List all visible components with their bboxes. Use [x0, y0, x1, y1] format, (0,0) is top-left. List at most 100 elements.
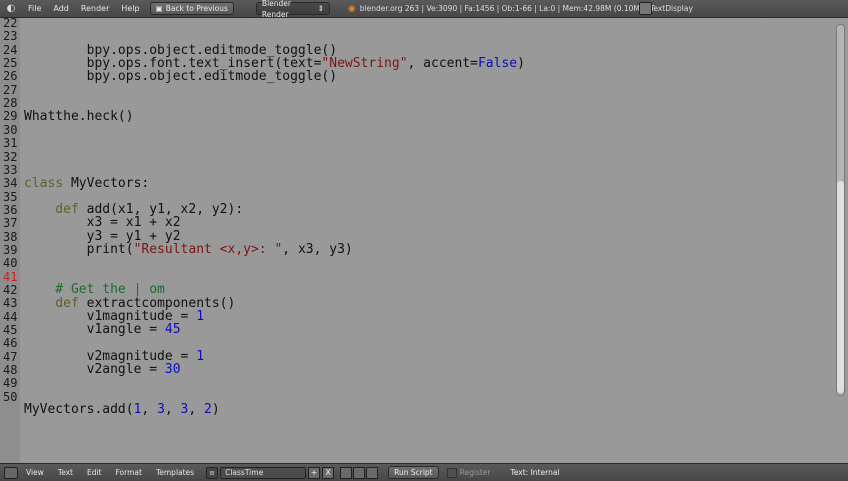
editor-type-icon[interactable]: [4, 466, 18, 479]
line-number: 35: [3, 189, 18, 204]
code-text: , accent=: [407, 56, 478, 71]
menu-templates[interactable]: Templates: [156, 468, 194, 477]
blender-logo-icon[interactable]: ◐: [4, 3, 18, 15]
line-number: 23: [3, 29, 18, 44]
comment: # Get the: [24, 282, 134, 297]
text-name-field[interactable]: ClassTime: [220, 466, 307, 479]
menu-format[interactable]: Format: [116, 468, 142, 477]
code-text: print(: [24, 242, 134, 257]
line-number: 43: [3, 296, 18, 311]
line-number: 48: [3, 363, 18, 378]
vertical-scrollbar[interactable]: [836, 24, 845, 396]
checkbox-icon: [446, 467, 457, 478]
main-menu: File Add Render Help: [28, 4, 140, 13]
number-literal: 30: [164, 362, 181, 377]
word-wrap-toggle-icon[interactable]: [353, 466, 366, 479]
line-number: 50: [3, 389, 18, 404]
code-line-28: Whatthe.heck(): [24, 109, 134, 124]
blender-small-logo-icon: ◉: [347, 3, 356, 14]
code-text: ,: [164, 402, 181, 417]
line-number: 38: [3, 229, 18, 244]
comment: om: [141, 282, 165, 297]
code-line-38: print("Resultant <x,y>: ", x3, y3): [24, 242, 353, 257]
line-number: 41: [3, 269, 18, 284]
code-text: v1angle =: [24, 322, 165, 337]
code-text: ): [211, 402, 220, 417]
builtin-constant: False: [477, 56, 518, 71]
menu-help[interactable]: Help: [121, 4, 139, 13]
back-to-previous-label: Back to Previous: [165, 4, 228, 13]
run-script-label: Run Script: [394, 468, 433, 477]
code-line-25: bpy.ops.object.editmode_toggle(): [24, 69, 338, 84]
line-number: 27: [3, 82, 18, 97]
line-number: 39: [3, 242, 18, 257]
code-text: ,: [188, 402, 205, 417]
code-line-44: v1angle = 45: [24, 322, 181, 337]
menu-file[interactable]: File: [28, 4, 41, 13]
code-text: MyVectors.add(: [24, 402, 134, 417]
syntax-highlight-toggle-icon[interactable]: [366, 466, 379, 479]
line-number: 40: [3, 256, 18, 271]
code-line-47: v2angle = 30: [24, 362, 181, 377]
line-number: 37: [3, 216, 18, 231]
line-number: 29: [3, 109, 18, 124]
line-number: 24: [3, 42, 18, 57]
string-literal: "Resultant <x,y>: ": [133, 242, 283, 257]
code-text: ): [517, 56, 525, 71]
back-to-previous-button[interactable]: ▣ Back to Previous: [149, 2, 234, 15]
line-number: 26: [3, 69, 18, 84]
code-text: , x3, y3): [282, 242, 353, 257]
line-number: 49: [3, 376, 18, 391]
line-number: 46: [3, 336, 18, 351]
menu-edit[interactable]: Edit: [87, 468, 102, 477]
updown-arrow-icon: ⇕: [317, 4, 324, 13]
menu-render[interactable]: Render: [81, 4, 109, 13]
number-literal: 1: [196, 309, 205, 324]
unlink-text-button[interactable]: X: [322, 466, 335, 479]
fullscreen-icon[interactable]: [639, 2, 652, 15]
number-literal: 2: [204, 402, 212, 417]
keyword: class: [24, 176, 64, 191]
line-number: 36: [3, 202, 18, 217]
new-text-button[interactable]: +: [308, 466, 321, 479]
render-engine-select[interactable]: Blender Render ⇕: [255, 0, 330, 19]
run-script-button[interactable]: Run Script: [388, 466, 439, 479]
menu-text[interactable]: Text: [58, 468, 73, 477]
code-line-33: class MyVectors:: [24, 176, 149, 191]
code-text: MyVectors:: [63, 176, 150, 191]
line-number: 30: [3, 122, 18, 137]
number-literal: 45: [164, 322, 181, 337]
line-number: 42: [3, 283, 18, 297]
menu-view[interactable]: View: [26, 468, 44, 477]
render-engine-label: Blender Render: [261, 0, 291, 19]
number-literal: 3: [157, 402, 165, 417]
line-number: 32: [3, 149, 18, 164]
register-label: Register: [459, 468, 491, 477]
display-toggles: [340, 466, 379, 479]
register-checkbox[interactable]: Register: [446, 467, 491, 478]
line-number: 33: [3, 162, 18, 177]
line-number: 34: [3, 176, 18, 191]
line-number: 44: [3, 309, 18, 324]
text-editor-menu: View Text Edit Format Templates: [26, 468, 194, 477]
info-header: ◐ File Add Render Help ▣ Back to Previou…: [0, 0, 848, 19]
line-number: 47: [3, 349, 18, 364]
line-number: 45: [3, 323, 18, 338]
screen-icon: ▣: [155, 4, 163, 13]
number-literal: 1: [196, 349, 205, 364]
text-datablock: ≡ ClassTime + X: [206, 466, 335, 479]
text-editor[interactable]: 22 23 24 25 26 27 28 29 30 31 32 33 34 35 36 37 38 39 40 41…: [0, 16, 848, 463]
line-number: 22: [3, 16, 18, 30]
line-number: 28: [3, 96, 18, 111]
text-editor-header: View Text Edit Format Templates ≡ ClassT…: [0, 463, 848, 481]
scrollbar-thumb[interactable]: [837, 181, 844, 393]
menu-add[interactable]: Add: [53, 4, 69, 13]
text-status: Text: Internal: [510, 468, 560, 477]
text-browse-icon[interactable]: ≡: [206, 466, 219, 479]
code-line-41: # Get the | om: [24, 282, 165, 297]
code-line-50: MyVectors.add(1, 3, 3, 2): [24, 402, 220, 417]
code-text: ,: [141, 402, 158, 417]
code-line-36: x3 = x1 + x2: [24, 215, 181, 230]
line-number: 25: [3, 56, 18, 71]
line-numbers-toggle-icon[interactable]: [340, 466, 353, 479]
